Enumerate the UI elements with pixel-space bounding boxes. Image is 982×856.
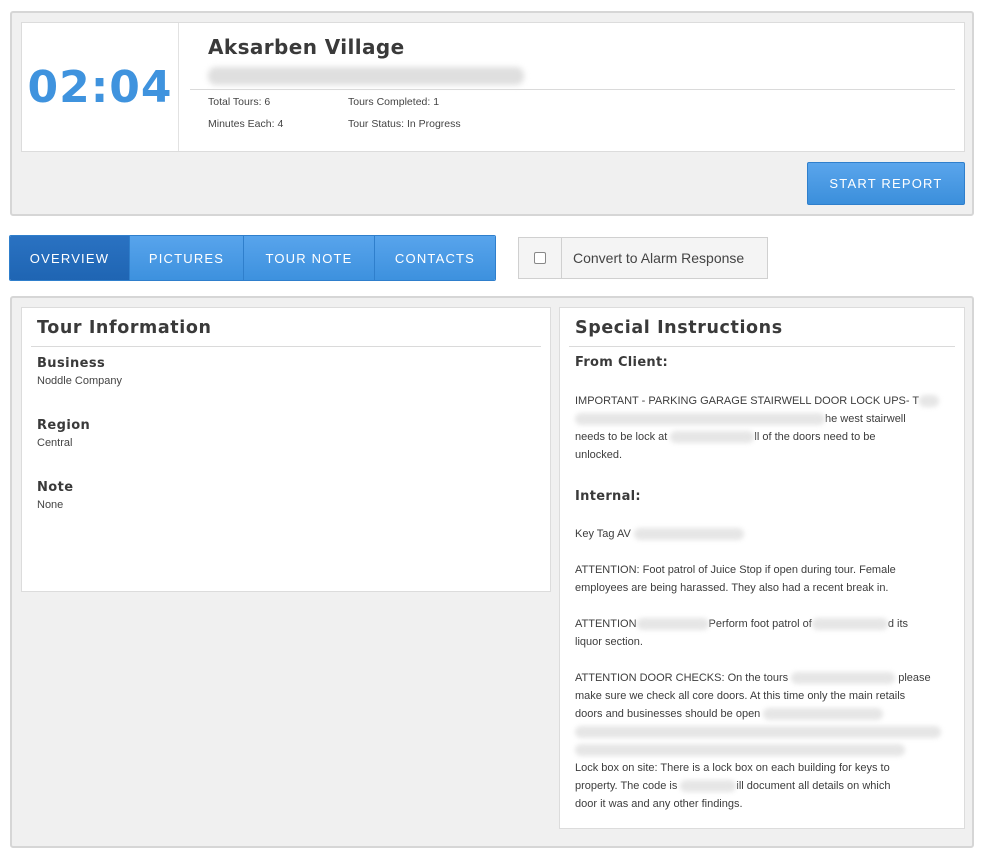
field-region: Region Central xyxy=(37,418,90,449)
client-text: needs to be lock at xyxy=(575,431,668,443)
attention-text: d its xyxy=(887,618,909,630)
field-label: Region xyxy=(37,418,91,433)
key-tag-line: Key Tag AV xyxy=(575,525,949,543)
attention-text: ATTENTION xyxy=(575,618,637,630)
client-instructions: IMPORTANT - PARKING GARAGE STAIRWELL DOO… xyxy=(575,392,949,464)
tour-summary-card: 02:04 Aksarben Village Total Tours: 6 Mi… xyxy=(21,22,965,152)
alarm-label: Convert to Alarm Response xyxy=(573,250,745,266)
tour-status: Tour Status: In Progress xyxy=(348,118,461,130)
special-instructions-title: Special Instructions xyxy=(575,318,783,338)
field-value: None xyxy=(37,499,64,511)
special-instructions-card: Special Instructions From Client: IMPORT… xyxy=(559,307,965,829)
tab-overview[interactable]: OVERVIEW xyxy=(10,236,130,280)
tour-heading: Aksarben Village xyxy=(208,35,405,59)
total-tours: Total Tours: 6 xyxy=(208,96,271,108)
redacted-text xyxy=(575,413,825,426)
tab-bar: OVERVIEW PICTURES TOUR NOTE CONTACTS xyxy=(9,235,496,281)
divider xyxy=(31,346,541,347)
field-note: Note None xyxy=(37,480,73,511)
redacted-text xyxy=(791,672,896,685)
redacted-text xyxy=(633,528,744,541)
redacted-text xyxy=(670,431,755,444)
site-name: Aksarben Village xyxy=(208,35,405,59)
convert-to-alarm-toggle[interactable]: Convert to Alarm Response xyxy=(518,237,768,279)
attention-text: ATTENTION DOOR CHECKS: On the tours xyxy=(575,672,789,684)
lockbox-text: property. The code is xyxy=(575,780,678,792)
field-label: Business xyxy=(37,356,106,371)
field-label: Note xyxy=(37,480,74,495)
tour-timer: 02:04 xyxy=(27,61,173,113)
tours-completed: Tours Completed: 1 xyxy=(348,96,440,108)
timer-box: 02:04 xyxy=(22,23,179,151)
tour-information-title: Tour Information xyxy=(37,318,212,338)
tour-information-card: Tour Information Business Noddle Company… xyxy=(21,307,551,592)
overview-panel: Tour Information Business Noddle Company… xyxy=(10,296,974,848)
redacted-text xyxy=(811,618,888,631)
attention-door-checks: ATTENTION DOOR CHECKS: On the tours plea… xyxy=(575,669,949,759)
redacted-text xyxy=(763,708,884,721)
lockbox-text: Lock box on site: There is a lock box on… xyxy=(575,762,890,774)
tab-pictures[interactable]: PICTURES xyxy=(130,236,244,280)
minutes-each: Minutes Each: 4 xyxy=(208,118,284,130)
client-text: he west stairwell xyxy=(825,413,906,425)
alarm-checkbox[interactable] xyxy=(534,252,546,264)
tab-contacts[interactable]: CONTACTS xyxy=(375,236,495,280)
attention-foot-patrol: ATTENTION Perform foot patrol of d its liq… xyxy=(575,615,949,651)
redacted-text xyxy=(919,395,940,408)
from-client-heading: From Client: xyxy=(575,355,669,370)
redacted-text xyxy=(575,726,941,739)
attention-text: please xyxy=(898,672,931,684)
internal-heading: Internal: xyxy=(575,489,641,504)
divider xyxy=(190,89,955,90)
lockbox-text: door it was and any other findings. xyxy=(575,798,743,810)
field-business: Business Noddle Company xyxy=(37,356,122,387)
attention-text: make sure we check all core doors. At th… xyxy=(575,690,906,702)
client-text: unlocked. xyxy=(575,449,623,461)
lockbox-text: ill document all details on which xyxy=(736,780,891,792)
redacted-address xyxy=(208,67,524,85)
attention-juice-stop: ATTENTION: Foot patrol of Juice Stop if … xyxy=(575,564,896,594)
alarm-checkbox-cell xyxy=(519,238,562,278)
client-text: ll of the doors need to be xyxy=(754,431,876,443)
lock-box-note: Lock box on site: There is a lock box on… xyxy=(575,759,949,813)
field-value: Central xyxy=(37,437,73,449)
key-tag-text: Key Tag AV xyxy=(575,528,631,540)
redacted-text xyxy=(575,744,905,757)
field-value: Noddle Company xyxy=(37,375,122,387)
attention-text: liquor section. xyxy=(575,636,643,648)
attention-text: Perform foot patrol of xyxy=(708,618,812,630)
tab-tour-note[interactable]: TOUR NOTE xyxy=(244,236,375,280)
start-report-button[interactable]: START REPORT xyxy=(807,162,965,205)
tour-header-panel: 02:04 Aksarben Village Total Tours: 6 Mi… xyxy=(10,11,974,216)
divider xyxy=(569,346,955,347)
redacted-text xyxy=(636,618,709,631)
client-text: IMPORTANT - PARKING GARAGE STAIRWELL DOO… xyxy=(575,395,920,407)
redacted-text xyxy=(680,780,737,793)
attention-text: doors and businesses should be open xyxy=(575,708,761,720)
